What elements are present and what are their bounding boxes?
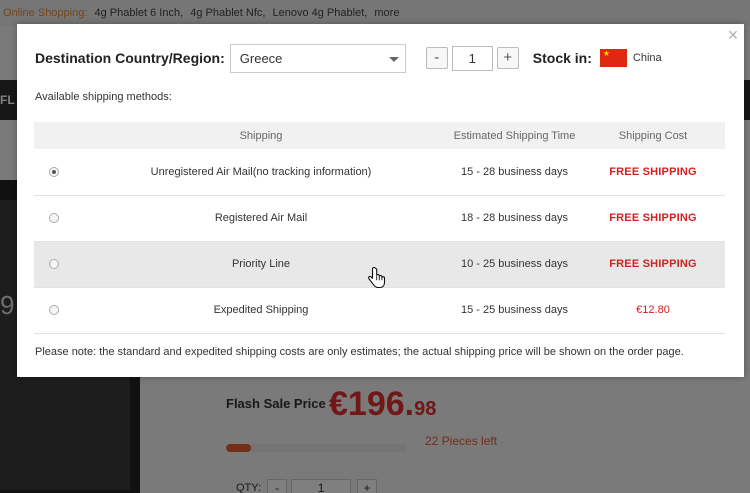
shipping-cost: FREE SHIPPING [581, 149, 725, 196]
shipping-time: 15 - 28 business days [448, 149, 581, 196]
shipping-method: Unregistered Air Mail(no tracking inform… [74, 149, 448, 196]
header-shipping: Shipping [74, 122, 448, 149]
shipping-modal: × Destination Country/Region: Greece - 1… [17, 24, 744, 377]
quantity-input[interactable]: 1 [451, 45, 493, 71]
table-row[interactable]: Expedited Shipping 15 - 25 business days… [34, 287, 725, 334]
available-methods-label: Available shipping methods: [35, 91, 172, 103]
radio-button[interactable] [49, 213, 59, 224]
country-select-value: Greece [239, 50, 283, 66]
close-icon[interactable]: × [725, 26, 741, 44]
shipping-method: Registered Air Mail [74, 195, 448, 242]
header-time: Estimated Shipping Time [448, 122, 581, 149]
shipping-cost: FREE SHIPPING [581, 241, 725, 288]
radio-button[interactable] [49, 305, 59, 316]
shipping-methods-table: Shipping Estimated Shipping Time Shippin… [34, 122, 725, 334]
destination-row: Destination Country/Region: Greece - 1 +… [35, 43, 662, 73]
radio-button[interactable] [49, 259, 59, 270]
shipping-method: Expedited Shipping [74, 287, 448, 334]
shipping-method: Priority Line [74, 241, 448, 288]
china-flag-icon: ★ [599, 49, 627, 67]
shipping-time: 10 - 25 business days [448, 241, 581, 288]
quantity-minus-button[interactable]: - [425, 47, 448, 69]
shipping-cost: €12.80 [581, 287, 725, 334]
hand-pointer-icon [368, 266, 386, 289]
radio-button[interactable] [49, 166, 59, 177]
table-row[interactable]: Registered Air Mail 18 - 28 business day… [34, 195, 725, 242]
stock-country: China [632, 52, 662, 64]
table-row[interactable]: Unregistered Air Mail(no tracking inform… [34, 149, 725, 196]
shipping-time: 15 - 25 business days [448, 287, 581, 334]
destination-label: Destination Country/Region: [35, 50, 225, 66]
stock-in-label: Stock in: [532, 50, 592, 66]
header-radio [34, 122, 74, 149]
chevron-down-icon [388, 56, 399, 62]
radio-cell [34, 195, 74, 242]
table-header-row: Shipping Estimated Shipping Time Shippin… [34, 122, 725, 149]
radio-cell [34, 287, 74, 334]
shipping-note: Please note: the standard and expedited … [35, 346, 684, 358]
header-cost: Shipping Cost [581, 122, 725, 149]
shipping-cost: FREE SHIPPING [581, 195, 725, 242]
quantity-plus-button[interactable]: + [496, 47, 519, 69]
shipping-time: 18 - 28 business days [448, 195, 581, 242]
radio-cell [34, 241, 74, 288]
quantity-stepper: - 1 + [425, 45, 519, 71]
radio-cell [34, 149, 74, 196]
country-select[interactable]: Greece [229, 43, 406, 73]
